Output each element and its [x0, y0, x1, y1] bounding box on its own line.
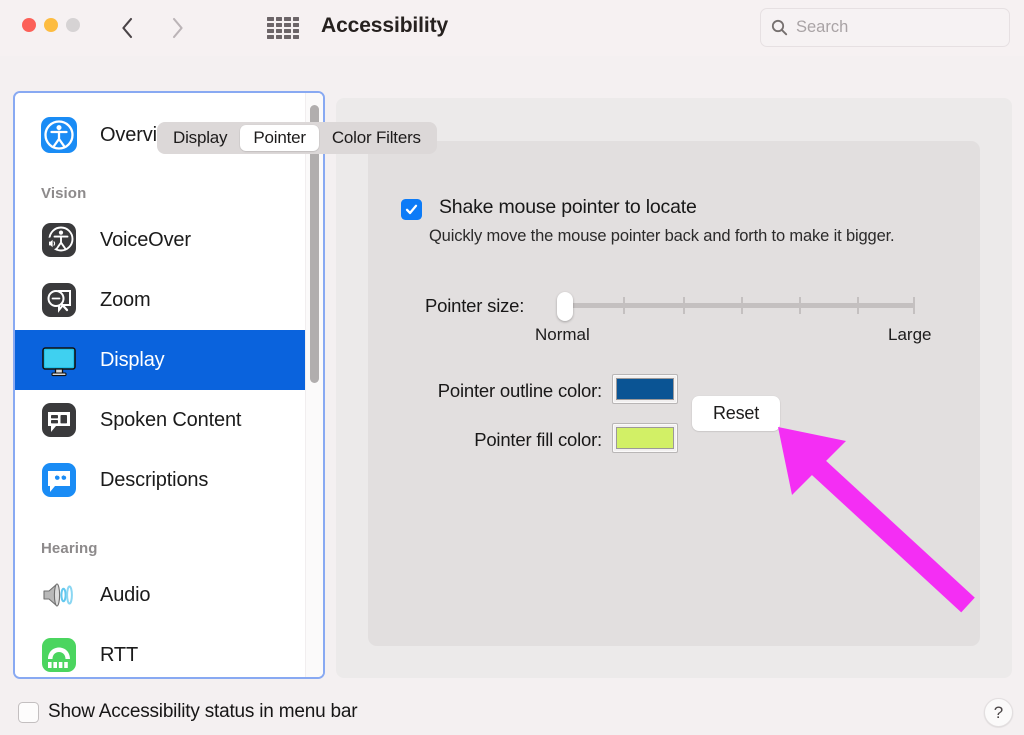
- sidebar-item-label: RTT: [100, 643, 139, 666]
- pointer-outline-color-well[interactable]: [612, 374, 678, 404]
- tab-pointer[interactable]: Pointer: [240, 125, 319, 151]
- window-titlebar: Accessibility Search: [0, 0, 1024, 56]
- sidebar-scrollbar-track[interactable]: [305, 93, 323, 677]
- sidebar-item-label: Display: [100, 348, 165, 371]
- fill-color-swatch: [616, 427, 674, 449]
- sidebar-item-descriptions[interactable]: Descriptions: [15, 450, 323, 510]
- sidebar-list: Overview Vision VoiceOver Zoom Display S…: [15, 93, 323, 677]
- sidebar-item-label: Descriptions: [100, 468, 209, 491]
- pointer-size-slider-thumb[interactable]: [557, 292, 573, 321]
- pointer-outline-color-label: Pointer outline color:: [437, 380, 602, 401]
- back-button[interactable]: [110, 10, 144, 46]
- sidebar-item-label: Audio: [100, 583, 151, 606]
- checkmark-icon: [405, 204, 418, 215]
- shake-pointer-checkbox-row[interactable]: Shake mouse pointer to locate: [401, 196, 697, 220]
- shake-pointer-label: Shake mouse pointer to locate: [439, 196, 697, 218]
- tab-display[interactable]: Display: [160, 125, 240, 151]
- close-button[interactable]: [22, 18, 36, 32]
- zoom-button-disabled: [66, 18, 80, 32]
- accessibility-preferences-window: Accessibility Search Overview Vision Voi…: [0, 0, 1024, 735]
- pointer-size-slider[interactable]: [563, 297, 915, 314]
- sidebar-section-vision: Vision: [41, 185, 87, 202]
- pointer-fill-color-well[interactable]: [612, 423, 678, 453]
- shake-pointer-description: Quickly move the mouse pointer back and …: [429, 227, 895, 245]
- window-controls: [22, 18, 80, 32]
- chevron-right-icon: [172, 17, 183, 39]
- show-all-grid-icon[interactable]: [266, 16, 300, 40]
- chevron-left-icon: [121, 17, 132, 39]
- sidebar-item-zoom[interactable]: Zoom: [15, 270, 323, 330]
- outline-color-swatch: [616, 378, 674, 400]
- search-icon: [771, 19, 788, 36]
- spoken-content-bubble-icon: [39, 400, 79, 440]
- rtt-phone-icon: [39, 635, 79, 675]
- voiceover-icon: [39, 220, 79, 260]
- display-monitor-icon: [39, 340, 79, 380]
- pointer-fill-color-label: Pointer fill color:: [474, 429, 602, 450]
- minimize-button[interactable]: [44, 18, 58, 32]
- tab-color-filters[interactable]: Color Filters: [319, 125, 434, 151]
- show-status-label: Show Accessibility status in menu bar: [48, 701, 358, 722]
- show-status-checkbox[interactable]: [18, 702, 39, 723]
- accessibility-person-icon: [39, 115, 79, 155]
- reset-button[interactable]: Reset: [692, 396, 780, 431]
- page-title: Accessibility: [321, 14, 449, 37]
- sidebar-item-label: Zoom: [100, 288, 151, 311]
- audio-speaker-icon: [39, 575, 79, 615]
- sidebar-section-hearing: Hearing: [41, 540, 98, 557]
- sidebar-item-rtt[interactable]: RTT: [15, 625, 323, 677]
- pointer-size-label: Pointer size:: [425, 295, 525, 316]
- descriptions-quote-bubble-icon: [39, 460, 79, 500]
- search-placeholder: Search: [796, 18, 849, 36]
- sidebar: Overview Vision VoiceOver Zoom Display S…: [13, 91, 325, 679]
- shake-pointer-checkbox[interactable]: [401, 199, 422, 220]
- pointer-size-max-label: Large: [888, 325, 932, 344]
- sidebar-item-label: VoiceOver: [100, 228, 191, 251]
- sidebar-item-display[interactable]: Display: [15, 330, 323, 390]
- search-field[interactable]: Search: [760, 8, 1010, 47]
- pointer-size-min-label: Normal: [535, 325, 590, 344]
- tab-bar: Display Pointer Color Filters: [157, 122, 437, 154]
- zoom-magnifier-icon: [39, 280, 79, 320]
- help-button[interactable]: ?: [984, 698, 1013, 727]
- sidebar-item-spoken-content[interactable]: Spoken Content: [15, 390, 323, 450]
- sidebar-item-voiceover[interactable]: VoiceOver: [15, 210, 323, 270]
- forward-button[interactable]: [160, 10, 194, 46]
- sidebar-item-label: Spoken Content: [100, 408, 242, 431]
- sidebar-item-audio[interactable]: Audio: [15, 565, 323, 625]
